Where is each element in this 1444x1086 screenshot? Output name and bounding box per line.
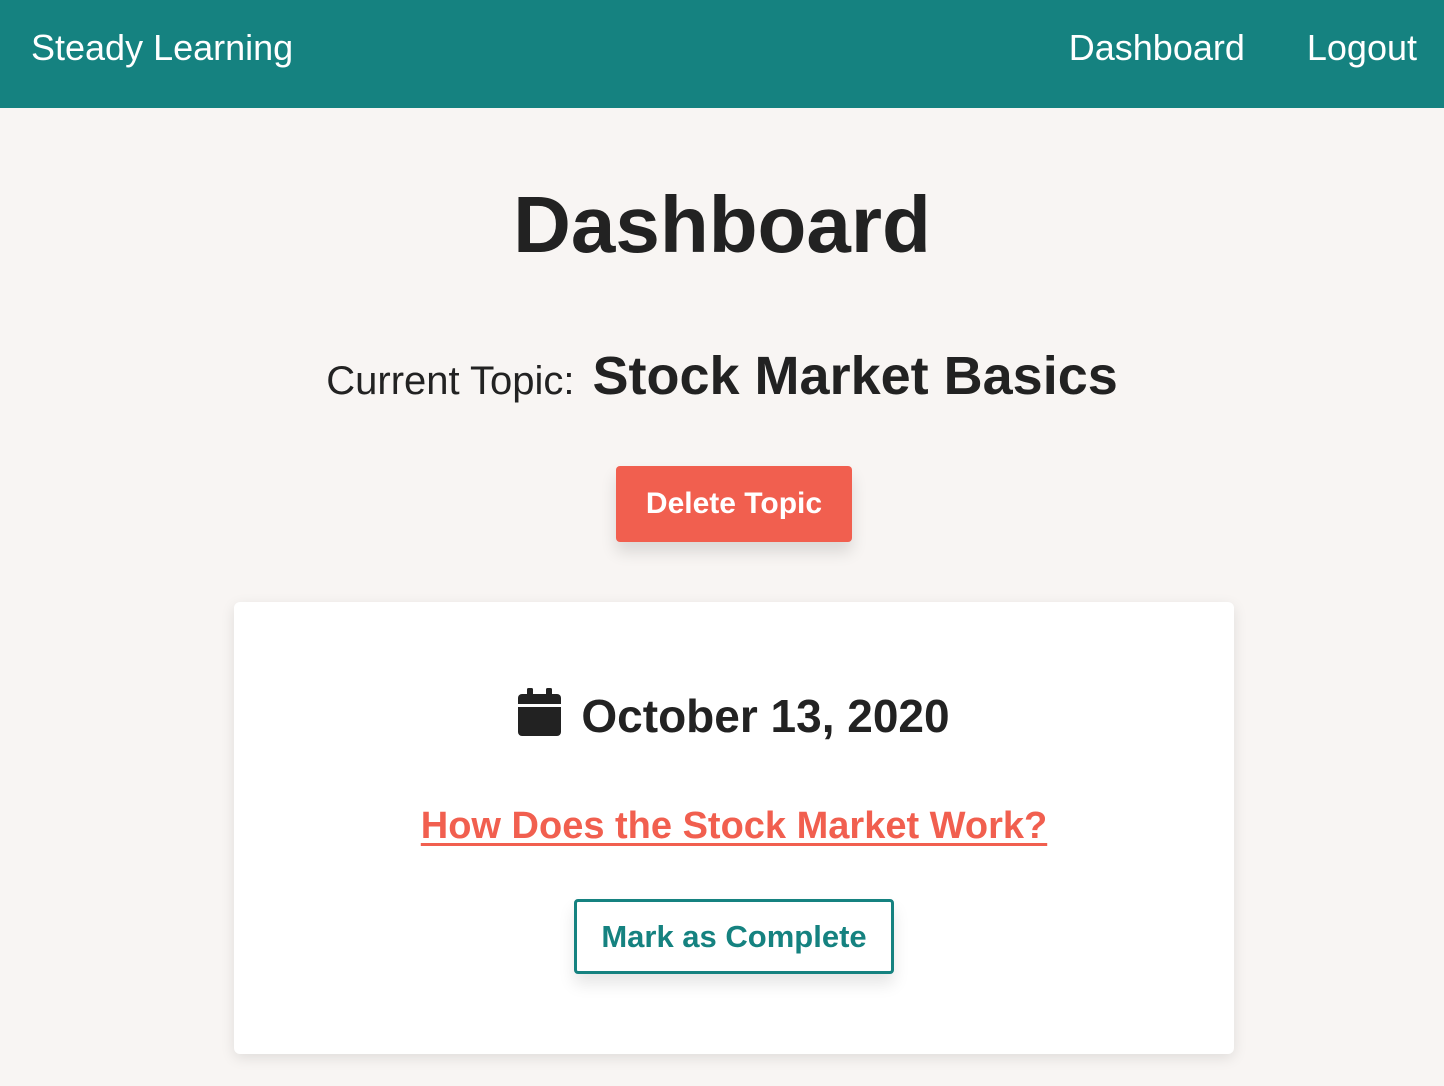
page-title: Dashboard bbox=[513, 180, 931, 269]
calendar-icon bbox=[518, 688, 562, 736]
lesson-title-link[interactable]: How Does the Stock Market Work? bbox=[234, 802, 1234, 850]
lesson-date: October 13, 2020 bbox=[581, 690, 950, 742]
brand-logo-link[interactable]: Steady Learning bbox=[31, 0, 293, 96]
lesson-card: October 13, 2020 How Does the Stock Mark… bbox=[234, 602, 1234, 1054]
current-topic-name: Stock Market Basics bbox=[592, 346, 1118, 406]
current-topic-label: Current Topic: bbox=[326, 359, 575, 403]
nav-dashboard-link[interactable]: Dashboard bbox=[1069, 0, 1245, 96]
lesson-date-row: October 13, 2020 bbox=[234, 688, 1234, 744]
nav-logout-link[interactable]: Logout bbox=[1307, 0, 1417, 96]
nav-links: Dashboard Logout bbox=[1069, 0, 1417, 96]
top-navbar: Steady Learning Dashboard Logout bbox=[0, 0, 1444, 108]
delete-topic-button[interactable]: Delete Topic bbox=[616, 466, 852, 542]
current-topic-row: Current Topic: Stock Market Basics bbox=[0, 345, 1444, 407]
mark-complete-button[interactable]: Mark as Complete bbox=[574, 899, 894, 974]
